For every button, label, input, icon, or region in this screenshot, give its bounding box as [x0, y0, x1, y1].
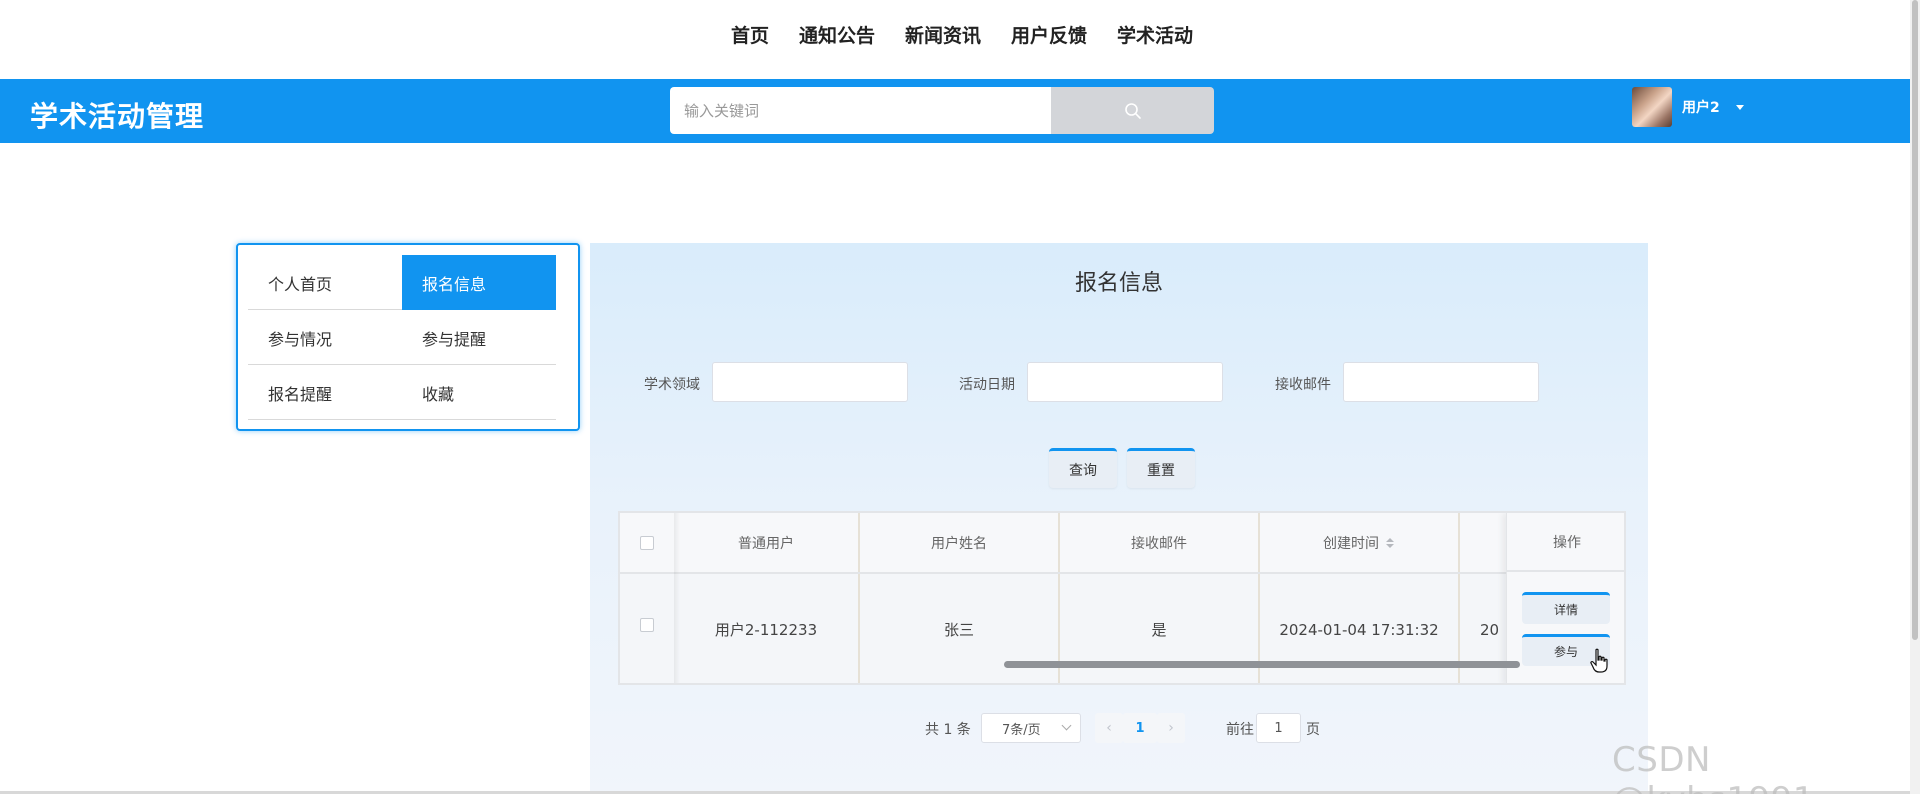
search-button[interactable]: [1051, 87, 1214, 134]
side-menu: 个人首页 报名信息 参与情况 参与提醒 报名提醒 收藏: [236, 243, 580, 431]
column-header-operations: 操作: [1507, 513, 1624, 572]
select-all-checkbox[interactable]: [640, 535, 654, 550]
watermark: CSDN @kybs1991: [1612, 740, 1814, 794]
table-header: 普通用户 用户姓名 接收邮件 创建时间: [620, 513, 1624, 574]
menu-row: 参与情况 参与提醒: [248, 310, 556, 365]
brand-title: 学术活动管理: [30, 100, 205, 133]
avatar[interactable]: [1632, 87, 1672, 127]
table-horizontal-scrollbar[interactable]: [1004, 661, 1520, 668]
menu-item-registration-reminder[interactable]: 报名提醒: [248, 365, 402, 420]
menu-item-registration-info[interactable]: 报名信息: [402, 255, 556, 310]
page-suffix: 页: [1306, 722, 1320, 738]
cell-name: 张三: [860, 574, 1060, 683]
nav-item-activities[interactable]: 学术活动: [1102, 21, 1208, 48]
menu-item-favorites[interactable]: 收藏: [402, 365, 556, 420]
cell-email: 是: [1060, 574, 1260, 683]
page-number-current[interactable]: 1: [1123, 713, 1157, 743]
row-select-cell: [620, 574, 674, 683]
cell-user: 用户2-112233: [674, 574, 860, 683]
hand-cursor-icon: [1590, 648, 1608, 673]
search-input[interactable]: [670, 87, 1051, 134]
goto-page-input[interactable]: [1256, 713, 1301, 743]
next-page-button[interactable]: ›: [1157, 713, 1185, 743]
menu-item-participation-reminder[interactable]: 参与提醒: [402, 310, 556, 365]
header-bar: 学术活动管理 用户2: [0, 79, 1920, 143]
query-button[interactable]: 查询: [1049, 448, 1117, 488]
detail-button[interactable]: 详情: [1522, 592, 1610, 624]
column-header-email[interactable]: 接收邮件: [1060, 513, 1260, 572]
user-name: 用户2: [1682, 100, 1720, 116]
nav-item-news[interactable]: 新闻资讯: [890, 21, 996, 48]
reset-button[interactable]: 重置: [1127, 448, 1195, 488]
nav-item-feedback[interactable]: 用户反馈: [996, 21, 1102, 48]
pager-total: 共 1 条: [925, 722, 971, 738]
menu-row: 报名提醒 收藏: [248, 365, 556, 420]
column-header-created[interactable]: 创建时间: [1260, 513, 1460, 572]
search-icon: [1124, 102, 1141, 119]
filter-label-field: 学术领域: [644, 377, 700, 393]
filter-label-date: 活动日期: [959, 377, 1015, 393]
page-title: 报名信息: [1074, 271, 1163, 296]
menu-item-participation[interactable]: 参与情况: [248, 310, 402, 365]
cell-created: 2024-01-04 17:31:32: [1260, 574, 1460, 683]
goto-label: 前往: [1226, 722, 1254, 738]
prev-page-button[interactable]: ‹: [1095, 713, 1123, 743]
nav-item-notices[interactable]: 通知公告: [784, 21, 890, 48]
page-size-select[interactable]: 7条/页: [981, 713, 1081, 743]
column-header-created-label: 创建时间: [1323, 535, 1379, 552]
sort-icon[interactable]: [1385, 537, 1395, 549]
column-header-user[interactable]: 普通用户: [674, 513, 860, 572]
column-header-name[interactable]: 用户姓名: [860, 513, 1060, 572]
chevron-left-icon: ‹: [1106, 720, 1112, 736]
fixed-column-shadow: [674, 513, 680, 683]
page-scroll-thumb[interactable]: [1912, 0, 1918, 640]
chevron-down-icon: [1061, 720, 1072, 731]
top-nav: 首页 通知公告 新闻资讯 用户反馈 学术活动: [0, 0, 1920, 79]
filter-label-email: 接收邮件: [1275, 377, 1331, 393]
email-filter-input[interactable]: [1343, 362, 1539, 402]
nav-item-home[interactable]: 首页: [716, 21, 784, 48]
field-filter-input[interactable]: [712, 362, 908, 402]
chevron-right-icon: ›: [1168, 720, 1174, 736]
user-menu[interactable]: 用户2: [1632, 85, 1744, 129]
main-panel: 报名信息 学术领域 活动日期 接收邮件 查询 重置 普通用户 用户姓名 接收邮件…: [590, 243, 1648, 794]
menu-item-home[interactable]: 个人首页: [248, 255, 402, 310]
page-vertical-scrollbar[interactable]: [1910, 0, 1920, 794]
date-filter-input[interactable]: [1027, 362, 1223, 402]
menu-row: 个人首页 报名信息: [248, 255, 556, 310]
caret-down-icon[interactable]: [1735, 104, 1744, 110]
row-checkbox[interactable]: [640, 618, 654, 632]
page-size-value: 7条/页: [1002, 722, 1041, 738]
select-all-cell: [620, 513, 674, 572]
data-table: 普通用户 用户姓名 接收邮件 创建时间 用户2-112233 张三 是 2024…: [618, 511, 1626, 685]
